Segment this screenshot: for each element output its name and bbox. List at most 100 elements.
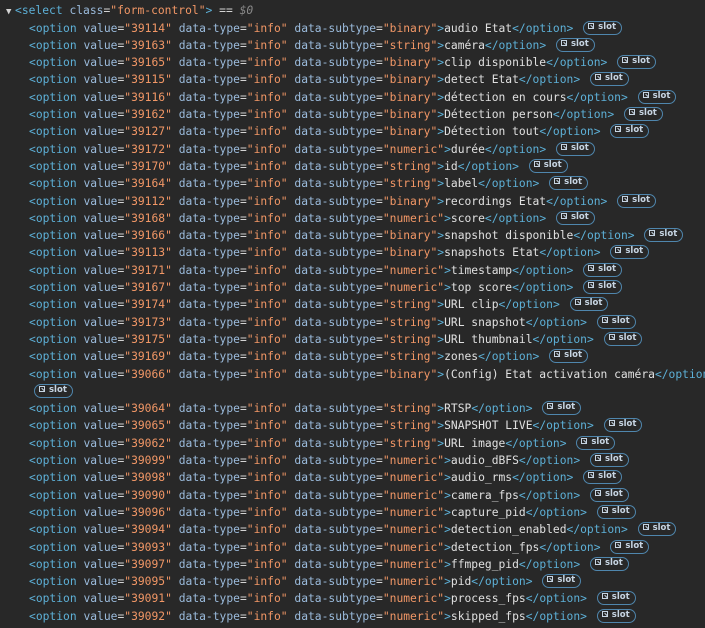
option-data-type: info [253, 194, 281, 208]
option-data-subtype: numeric [389, 557, 438, 571]
slot-badge[interactable]: slot [583, 20, 623, 35]
slot-badge[interactable]: slot [596, 504, 636, 519]
reveal-slot-icon [547, 403, 554, 410]
option-line[interactable]: <option value="39097" data-type="info" d… [0, 556, 705, 573]
option-data-type: info [253, 298, 281, 312]
option-line[interactable]: <option value="39175" data-type="info" d… [0, 331, 705, 348]
option-data-subtype: string [389, 177, 431, 191]
slot-badge[interactable]: slot [596, 591, 636, 606]
option-line[interactable]: <option value="39116" data-type="info" d… [0, 89, 705, 106]
slot-badge[interactable]: slot [583, 470, 623, 485]
slot-badge[interactable]: slot [542, 401, 582, 416]
slot-badge[interactable]: slot [549, 176, 589, 191]
option-line[interactable]: <option value="39062" data-type="info" d… [0, 435, 705, 452]
slot-badge[interactable]: slot [589, 487, 629, 502]
option-line[interactable]: <option value="39113" data-type="info" d… [0, 244, 705, 261]
option-line[interactable]: <option value="39115" data-type="info" d… [0, 71, 705, 88]
option-data-subtype: numeric [389, 142, 438, 156]
option-data-type: info [253, 142, 281, 156]
slot-badge[interactable]: slot [603, 418, 643, 433]
reveal-slot-icon [588, 472, 595, 479]
option-text: audio_rms [450, 471, 513, 485]
option-line[interactable]: <option value="39168" data-type="info" d… [0, 210, 705, 227]
option-tag: option [35, 609, 77, 623]
option-value: 39113 [131, 246, 166, 260]
slot-badge[interactable]: slot [555, 210, 595, 225]
option-line-wrap: slot [0, 383, 705, 400]
option-line[interactable]: <option value="39165" data-type="info" d… [0, 54, 705, 71]
slot-badge[interactable]: slot [583, 262, 623, 277]
option-data-type: info [253, 454, 281, 467]
slot-badge[interactable]: slot [617, 193, 657, 208]
reveal-slot-icon [594, 489, 601, 496]
slot-badge[interactable]: slot [610, 245, 650, 260]
select-element-line[interactable]: ▼ <select class="form-control"> == $0 [6, 2, 705, 19]
reveal-slot-icon [574, 299, 581, 306]
slot-badge[interactable]: slot [603, 331, 643, 346]
option-text: caméra [444, 38, 485, 52]
option-line[interactable]: <option value="39114" data-type="info" d… [0, 20, 705, 37]
option-line[interactable]: <option value="39096" data-type="info" d… [0, 504, 705, 521]
option-text: timestamp [450, 263, 513, 277]
option-line[interactable]: <option value="39173" data-type="info" d… [0, 314, 705, 331]
option-line[interactable]: <option value="39174" data-type="info" d… [0, 296, 705, 313]
slot-badge[interactable]: slot [528, 158, 568, 173]
slot-badge[interactable]: slot [644, 228, 684, 243]
slot-badge[interactable]: slot [589, 453, 629, 467]
option-value: 39090 [131, 488, 166, 502]
option-line[interactable]: <option value="39091" data-type="info" d… [0, 590, 705, 607]
slot-badge[interactable]: slot [34, 383, 73, 398]
option-text: camera_fps [450, 488, 519, 502]
option-line[interactable]: <option value="39171" data-type="info" d… [0, 262, 705, 279]
reveal-slot-icon [622, 57, 629, 64]
option-line[interactable]: <option value="39090" data-type="info" d… [0, 487, 705, 504]
option-line[interactable]: <option value="39164" data-type="info" d… [0, 175, 705, 192]
option-line[interactable]: <option value="39092" data-type="info" d… [0, 608, 705, 625]
option-line[interactable]: <option value="39127" data-type="info" d… [0, 123, 705, 140]
reveal-slot-icon [601, 316, 608, 323]
reveal-slot-icon [649, 230, 656, 237]
option-line[interactable]: <option value="39094" data-type="info" d… [0, 521, 705, 538]
option-data-subtype: binary [389, 229, 431, 243]
option-line[interactable]: <option value="39167" data-type="info" d… [0, 279, 705, 296]
option-data-type: info [253, 315, 281, 329]
slot-badge[interactable]: slot [542, 574, 582, 589]
option-line[interactable]: <option value="39064" data-type="info" d… [0, 400, 705, 417]
slot-badge[interactable]: slot [596, 314, 636, 329]
option-line[interactable]: <option value="39093" data-type="info" d… [0, 539, 705, 556]
option-line[interactable]: <option value="39166" data-type="info" d… [0, 227, 705, 244]
slot-badge[interactable]: slot [623, 107, 663, 121]
option-line[interactable]: <option value="39095" data-type="info" d… [0, 573, 705, 590]
option-text: pid [450, 575, 472, 589]
option-line[interactable]: <option value="39172" data-type="info" d… [0, 141, 705, 158]
slot-badge[interactable]: slot [583, 280, 623, 294]
slot-badge[interactable]: slot [617, 55, 657, 70]
option-line[interactable]: <option value="39112" data-type="info" d… [0, 193, 705, 210]
slot-badge[interactable]: slot [589, 556, 629, 571]
slot-badge[interactable]: slot [596, 608, 636, 623]
slot-badge[interactable]: slot [637, 89, 677, 104]
slot-badge[interactable]: slot [637, 522, 677, 537]
slot-badge[interactable]: slot [610, 539, 650, 554]
option-line[interactable]: <option value="39170" data-type="info" d… [0, 158, 705, 175]
option-line[interactable]: <option value="39163" data-type="info" d… [0, 37, 705, 54]
option-text: (Config) Etat activation caméra [444, 367, 655, 381]
slot-badge[interactable]: slot [610, 124, 650, 139]
slot-badge[interactable]: slot [576, 435, 616, 450]
option-line[interactable]: <option value="39065" data-type="info" d… [0, 417, 705, 434]
option-text: détection en cours [444, 90, 567, 104]
slot-badge[interactable]: slot [569, 297, 609, 312]
reveal-slot-icon [608, 420, 615, 427]
option-line[interactable]: <option value="39169" data-type="info" d… [0, 348, 705, 365]
option-line[interactable]: <option value="39098" data-type="info" d… [0, 469, 705, 486]
option-line[interactable]: <option value="39066" data-type="info" d… [0, 366, 705, 383]
option-data-type: info [253, 56, 281, 70]
option-line[interactable]: <option value="39162" data-type="info" d… [0, 106, 705, 123]
option-line[interactable]: <option value="39099" data-type="info" d… [0, 452, 705, 469]
slot-badge[interactable]: slot [555, 141, 595, 156]
slot-badge[interactable]: slot [555, 37, 595, 52]
option-text: zones [444, 350, 479, 364]
option-value: 39174 [131, 298, 166, 312]
slot-badge[interactable]: slot [589, 72, 629, 87]
slot-badge[interactable]: slot [549, 349, 589, 364]
